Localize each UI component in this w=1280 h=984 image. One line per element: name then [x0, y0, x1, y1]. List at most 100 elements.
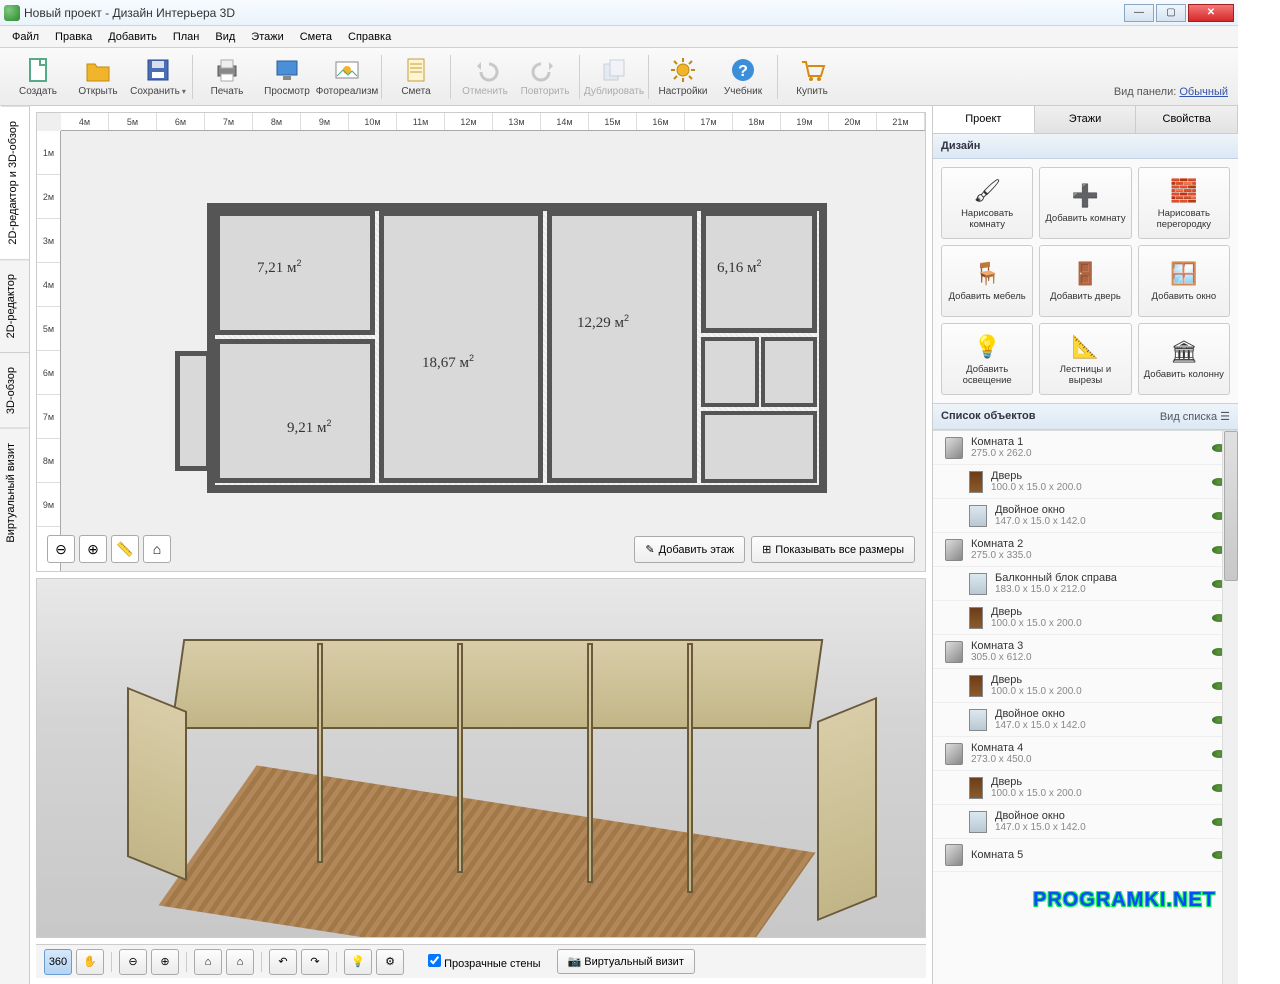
ruler-horizontal: 4м5м6м7м8м9м10м11м12м13м14м15м16м17м18м1… — [61, 113, 925, 131]
objects-list-header: Список объектов Вид списка ☰ — [933, 403, 1238, 430]
watermark: PROGRAMKI.NET — [1033, 889, 1216, 912]
design-5[interactable]: 🪟Добавить окно — [1138, 245, 1230, 317]
object-win[interactable]: Двойное окно147.0 x 15.0 x 142.0 — [933, 805, 1238, 839]
panel-mode-label: Вид панели: — [1114, 86, 1176, 98]
room-label: 18,67 м2 — [422, 353, 474, 372]
design-tools: 🖌Нарисовать комнату➕Добавить комнату🧱Нар… — [933, 159, 1238, 403]
pan-button[interactable]: ✋ — [76, 949, 104, 975]
toolbar-Сохранить[interactable]: Сохранить — [128, 50, 188, 104]
settings-3d-button[interactable]: ⚙ — [376, 949, 404, 975]
home-button[interactable]: ⌂ — [143, 535, 171, 563]
design-3[interactable]: 🪑Добавить мебель — [941, 245, 1033, 317]
orbit-button[interactable]: 360 — [44, 949, 72, 975]
reset-view-button[interactable]: ⌂ — [194, 949, 222, 975]
room-label: 7,21 м2 — [257, 258, 302, 277]
design-0[interactable]: 🖌Нарисовать комнату — [941, 167, 1033, 239]
canvas-3d[interactable] — [36, 578, 926, 938]
object-room[interactable]: Комната 1275.0 x 262.0 — [933, 431, 1238, 465]
design-8[interactable]: 🏛Добавить колонну — [1138, 323, 1230, 395]
object-door[interactable]: Дверь100.0 x 15.0 x 200.0 — [933, 771, 1238, 805]
ruler-vertical: 1м2м3м4м5м6м7м8м9м — [37, 131, 61, 571]
left-tab-2[interactable]: 3D-обзор — [0, 352, 29, 428]
object-door[interactable]: Дверь100.0 x 15.0 x 200.0 — [933, 465, 1238, 499]
object-room[interactable]: Комната 2275.0 x 335.0 — [933, 533, 1238, 567]
toolbar-Печать[interactable]: Печать — [197, 50, 257, 104]
add-floor-button[interactable]: ✎Добавить этаж — [634, 536, 745, 563]
menu-Смета[interactable]: Смета — [292, 28, 340, 46]
left-tab-0[interactable]: 2D-редактор и 3D-обзор — [0, 106, 29, 259]
left-tab-3[interactable]: Виртуальный визит — [0, 428, 29, 557]
app-icon — [4, 5, 20, 21]
room-label: 6,16 м2 — [717, 258, 762, 277]
toolbar-Повторить[interactable]: Повторить — [515, 50, 575, 104]
menu-Файл[interactable]: Файл — [4, 28, 47, 46]
maximize-button[interactable]: ▢ — [1156, 4, 1186, 22]
object-door[interactable]: Дверь100.0 x 15.0 x 200.0 — [933, 669, 1238, 703]
toolbar-Смета[interactable]: Смета — [386, 50, 446, 104]
object-room[interactable]: Комната 4273.0 x 450.0 — [933, 737, 1238, 771]
object-win[interactable]: Двойное окно147.0 x 15.0 x 142.0 — [933, 499, 1238, 533]
object-win[interactable]: Балконный блок справа183.0 x 15.0 x 212.… — [933, 567, 1238, 601]
design-7[interactable]: 📐Лестницы и вырезы — [1039, 323, 1131, 395]
toolbar-Дублировать[interactable]: Дублировать — [584, 50, 644, 104]
menu-Правка[interactable]: Правка — [47, 28, 100, 46]
minimize-button[interactable]: — — [1124, 4, 1154, 22]
design-1[interactable]: ➕Добавить комнату — [1039, 167, 1131, 239]
right-tab-Проект[interactable]: Проект — [933, 106, 1035, 133]
scrollbar[interactable] — [1222, 431, 1238, 984]
design-2[interactable]: 🧱Нарисовать перегородку — [1138, 167, 1230, 239]
rotate-left-button[interactable]: ↶ — [269, 949, 297, 975]
object-room[interactable]: Комната 3305.0 x 612.0 — [933, 635, 1238, 669]
right-tabs: ПроектЭтажиСвойства — [933, 106, 1238, 134]
menu-Справка[interactable]: Справка — [340, 28, 399, 46]
design-4[interactable]: 🚪Добавить дверь — [1039, 245, 1131, 317]
toolbar-Купить[interactable]: Купить — [782, 50, 842, 104]
toolbar: СоздатьОткрытьСохранитьПечатьПросмотрФот… — [0, 48, 1238, 106]
show-dimensions-button[interactable]: ⊞Показывать все размеры — [751, 536, 915, 563]
canvas-2d-tools: ⊖ ⊕ 📏 ⌂ — [47, 535, 171, 563]
right-tab-Этажи[interactable]: Этажи — [1035, 106, 1137, 133]
zoom-in-3d-button[interactable]: ⊕ — [151, 949, 179, 975]
left-tab-1[interactable]: 2D-редактор — [0, 259, 29, 352]
rotate-right-button[interactable]: ↷ — [301, 949, 329, 975]
zoom-out-button[interactable]: ⊖ — [47, 535, 75, 563]
room-label: 9,21 м2 — [287, 418, 332, 437]
design-6[interactable]: 💡Добавить освещение — [941, 323, 1033, 395]
canvas-2d[interactable]: 4м5м6м7м8м9м10м11м12м13м14м15м16м17м18м1… — [36, 112, 926, 572]
menu-Добавить[interactable]: Добавить — [100, 28, 165, 46]
light-button[interactable]: 💡 — [344, 949, 372, 975]
menu-План[interactable]: План — [165, 28, 208, 46]
panel-mode-value[interactable]: Обычный — [1179, 86, 1228, 98]
home-3d-button[interactable]: ⌂ — [226, 949, 254, 975]
object-win[interactable]: Двойное окно147.0 x 15.0 x 142.0 — [933, 703, 1238, 737]
object-door[interactable]: Дверь100.0 x 15.0 x 200.0 — [933, 601, 1238, 635]
panel-mode: Вид панели: Обычный — [1114, 86, 1228, 98]
svg-text:?: ? — [738, 63, 748, 80]
close-button[interactable]: ✕ — [1188, 4, 1234, 22]
floor-plan[interactable]: 7,21 м2 18,67 м2 12,29 м2 6,16 м2 9,21 м2 — [177, 203, 827, 503]
toolbar-3d: 360 ✋ ⊖ ⊕ ⌂ ⌂ ↶ ↷ 💡 ⚙ Прозрачные стены 📷… — [36, 944, 926, 978]
design-section-header: Дизайн — [933, 134, 1238, 159]
toolbar-Учебник[interactable]: ?Учебник — [713, 50, 773, 104]
room-label: 12,29 м2 — [577, 313, 629, 332]
toolbar-Просмотр[interactable]: Просмотр — [257, 50, 317, 104]
right-tab-Свойства[interactable]: Свойства — [1136, 106, 1238, 133]
zoom-out-3d-button[interactable]: ⊖ — [119, 949, 147, 975]
toolbar-Настройки[interactable]: Настройки — [653, 50, 713, 104]
toolbar-Отменить[interactable]: Отменить — [455, 50, 515, 104]
virtual-visit-button[interactable]: 📷 Виртуальный визит — [557, 949, 695, 974]
toolbar-Фотореализм[interactable]: Фотореализм — [317, 50, 377, 104]
measure-button[interactable]: 📏 — [111, 535, 139, 563]
list-view-toggle[interactable]: Вид списка ☰ — [1160, 410, 1230, 423]
object-room[interactable]: Комната 5 — [933, 839, 1238, 872]
window-title: Новый проект - Дизайн Интерьера 3D — [24, 6, 1122, 20]
menu-Этажи[interactable]: Этажи — [243, 28, 291, 46]
toolbar-Создать[interactable]: Создать — [8, 50, 68, 104]
left-tabs: 2D-редактор и 3D-обзор2D-редактор3D-обзо… — [0, 106, 30, 984]
zoom-in-button[interactable]: ⊕ — [79, 535, 107, 563]
title-bar: Новый проект - Дизайн Интерьера 3D — ▢ ✕ — [0, 0, 1238, 26]
menu-bar: ФайлПравкаДобавитьПланВидЭтажиСметаСправ… — [0, 26, 1238, 48]
toolbar-Открыть[interactable]: Открыть — [68, 50, 128, 104]
menu-Вид[interactable]: Вид — [207, 28, 243, 46]
transparent-walls-checkbox[interactable]: Прозрачные стены — [428, 954, 541, 970]
